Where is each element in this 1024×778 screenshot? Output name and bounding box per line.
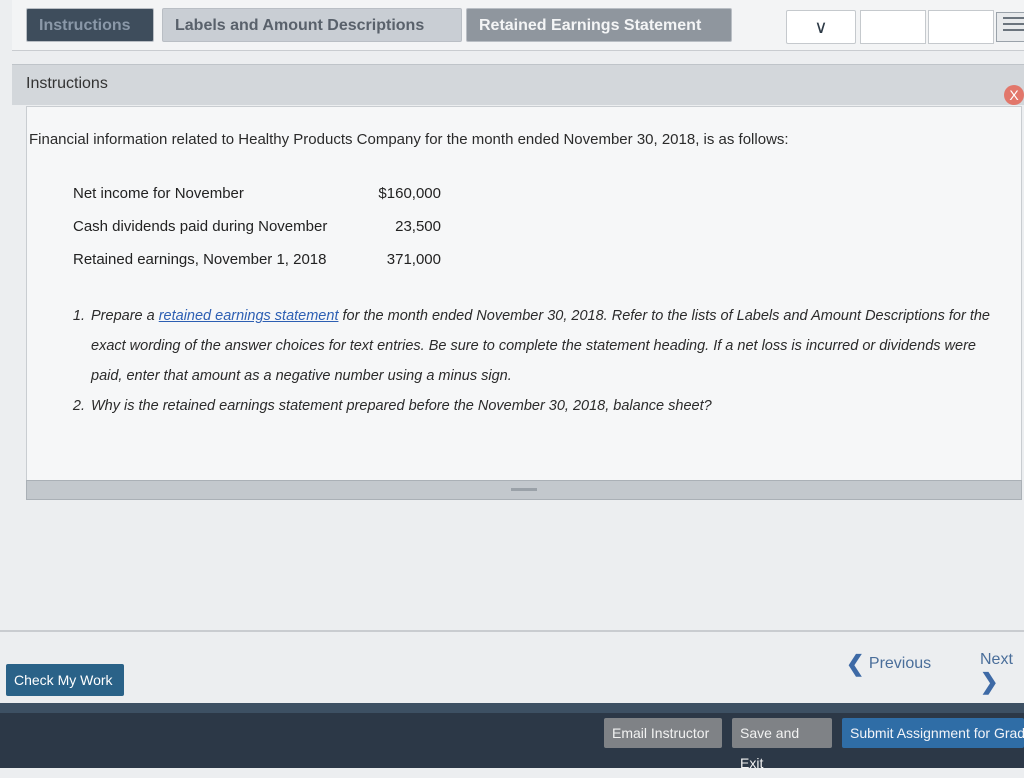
- row-value: 23,500: [395, 218, 441, 235]
- tab-dropdown[interactable]: ∨: [786, 10, 856, 44]
- question-2: Why is the retained earnings statement p…: [89, 391, 1009, 421]
- resize-handle-icon[interactable]: [511, 488, 537, 491]
- tab-instructions[interactable]: Instructions: [26, 8, 154, 42]
- bottom-bar-strip: [0, 703, 1024, 713]
- check-my-work-button[interactable]: Check My Work: [6, 664, 124, 696]
- table-row: Net income for November $160,000: [73, 177, 441, 210]
- row-label: Cash dividends paid during November: [73, 218, 328, 235]
- panel-title: Instructions: [26, 75, 108, 92]
- toolbar-slot-1[interactable]: [860, 10, 926, 44]
- row-value: 371,000: [386, 251, 441, 268]
- previous-button[interactable]: ❮ Previous: [846, 651, 931, 677]
- submit-assignment-button[interactable]: Submit Assignment for Grading: [842, 718, 1024, 748]
- tab-retained-earnings-statement[interactable]: Retained Earnings Statement: [466, 8, 732, 42]
- row-label: Retained earnings, November 1, 2018: [73, 251, 327, 268]
- intro-text: Financial information related to Healthy…: [29, 131, 789, 148]
- close-icon[interactable]: X: [1004, 85, 1024, 105]
- top-tab-bar: Instructions Labels and Amount Descripti…: [12, 0, 1024, 51]
- question-1: Prepare a retained earnings statement fo…: [89, 301, 1009, 391]
- row-value: $160,000: [378, 185, 441, 202]
- previous-label: Previous: [868, 655, 932, 673]
- financial-info-table: Net income for November $160,000 Cash di…: [73, 177, 441, 276]
- divider: [0, 630, 1024, 632]
- tab-labels-and-amount-descriptions[interactable]: Labels and Amount Descriptions: [162, 8, 462, 42]
- instructions-panel-header: Instructions X: [12, 64, 1024, 105]
- retained-earnings-statement-link[interactable]: retained earnings statement: [159, 308, 339, 324]
- row-label: Net income for November: [73, 185, 244, 202]
- save-and-exit-button[interactable]: Save and Exit: [732, 718, 832, 771]
- question-1-pre: Prepare a: [91, 308, 159, 324]
- instructions-panel-body: Financial information related to Healthy…: [26, 106, 1022, 484]
- toolbar-slot-2[interactable]: [928, 10, 994, 44]
- next-label: Next: [980, 651, 1013, 668]
- chevron-down-icon: ∨: [814, 17, 828, 37]
- chevron-right-icon: ❯: [980, 669, 999, 694]
- question-list: Prepare a retained earnings statement fo…: [63, 301, 1009, 421]
- panel-resize-bar[interactable]: [26, 480, 1022, 500]
- email-instructor-button[interactable]: Email Instructor: [604, 718, 722, 748]
- chevron-left-icon: ❮: [846, 651, 865, 676]
- table-row: Retained earnings, November 1, 2018 371,…: [73, 243, 441, 276]
- next-button[interactable]: Next ❯: [980, 651, 1024, 695]
- menu-icon[interactable]: [996, 12, 1024, 42]
- table-row: Cash dividends paid during November 23,5…: [73, 210, 441, 243]
